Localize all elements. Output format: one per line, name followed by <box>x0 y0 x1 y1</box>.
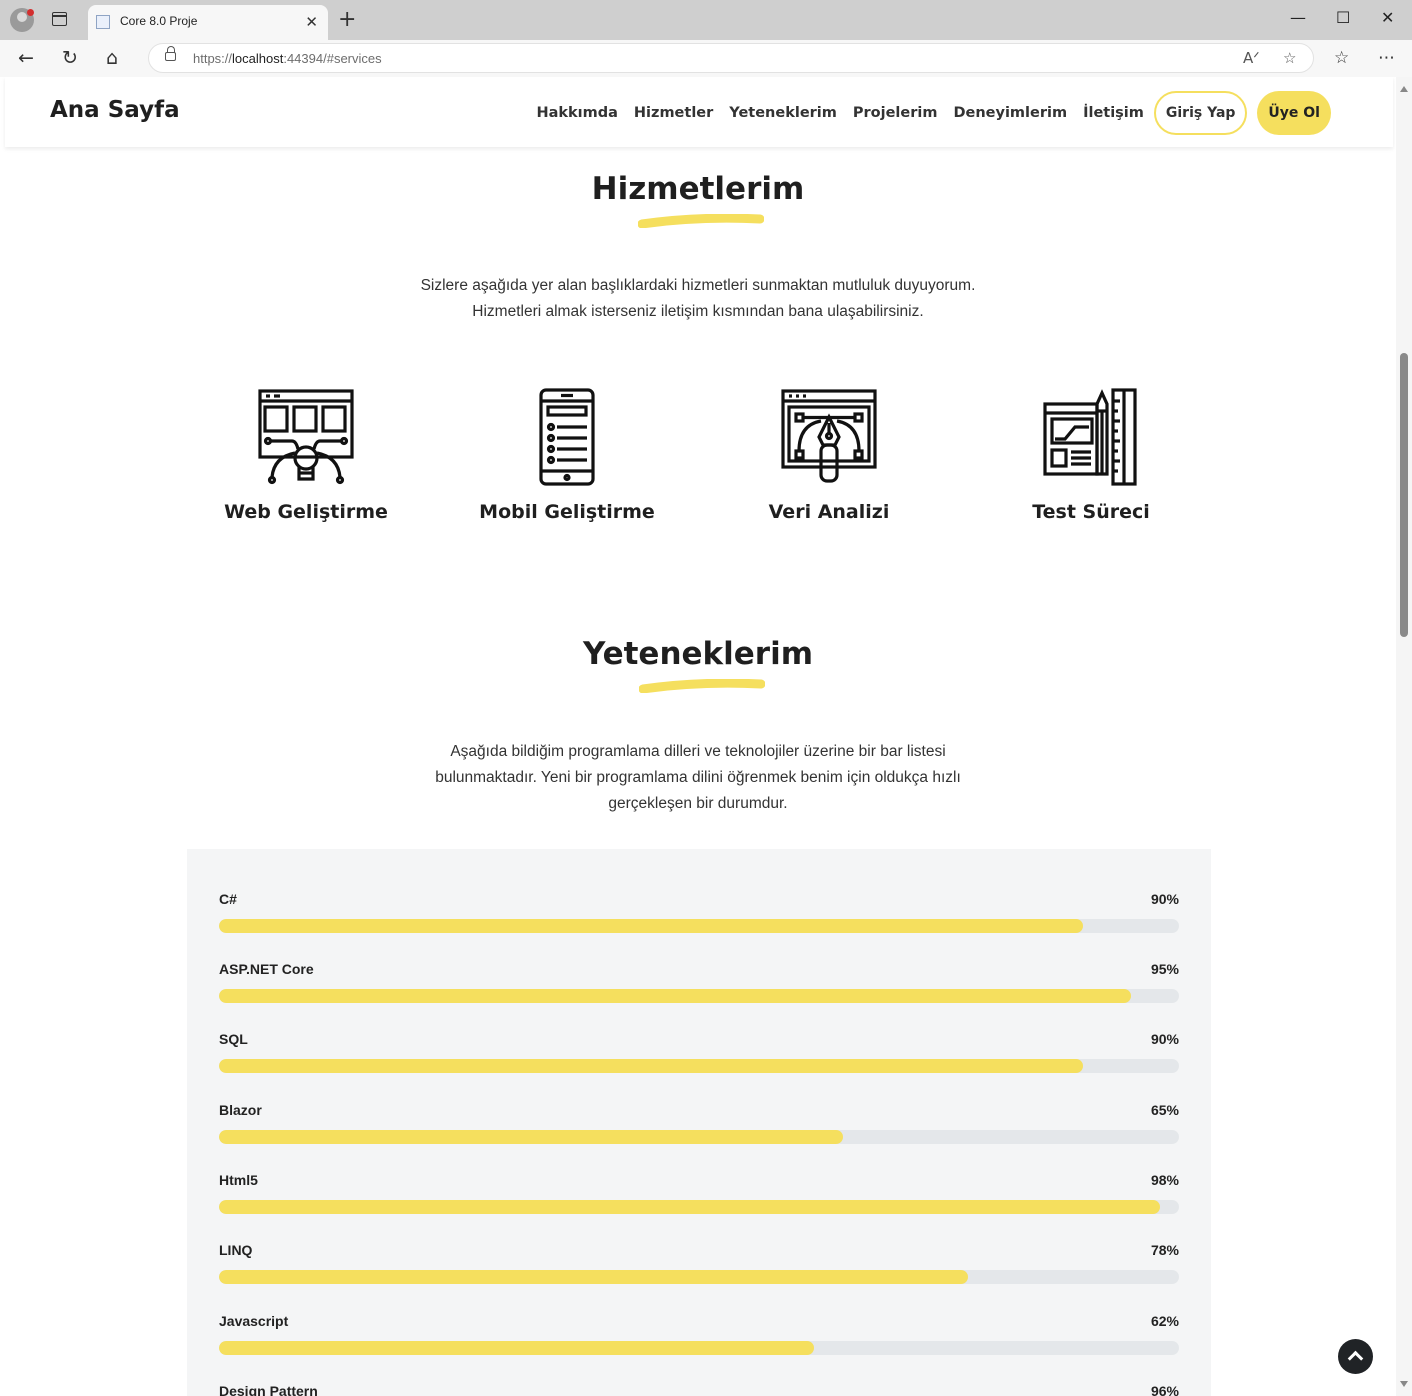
services-title-underline <box>638 214 764 228</box>
nav-link-yeteneklerim[interactable]: Yeteneklerim <box>729 105 837 121</box>
site-header: Ana Sayfa Hakkımda Hizmetler Yetenekleri… <box>5 77 1393 147</box>
skill-name: Javascript <box>219 1313 289 1329</box>
progress-track <box>219 1341 1179 1355</box>
skill-name: LINQ <box>219 1242 253 1258</box>
nav-link-iletisim[interactable]: İletişim <box>1083 105 1144 121</box>
browser-tab[interactable]: Core 8.0 Proje ✕ <box>88 5 328 40</box>
scrollbar-thumb[interactable] <box>1400 353 1408 637</box>
page-viewport: Ana Sayfa Hakkımda Hizmetler Yetenekleri… <box>0 77 1412 1396</box>
favorite-star-icon[interactable]: ☆ <box>1283 48 1296 68</box>
minimize-icon[interactable]: — <box>1290 6 1306 30</box>
main-nav: Hakkımda Hizmetler Yeteneklerim Projeler… <box>520 91 1331 135</box>
tab-actions-icon[interactable] <box>52 12 67 26</box>
refresh-icon[interactable]: ↻ <box>62 46 78 70</box>
pen-tool-icon <box>781 389 877 483</box>
url-field[interactable]: https://localhost:44394/#services A͏ᐟ ☆ <box>148 43 1314 73</box>
progress-track <box>219 919 1179 933</box>
nav-link-projelerim[interactable]: Projelerim <box>853 105 938 121</box>
skills-description: Aşağıda bildiğim programlama dilleri ve … <box>435 743 961 812</box>
skill-name: Design Pattern <box>219 1383 318 1396</box>
skill-name: Html5 <box>219 1172 258 1188</box>
close-tab-icon[interactable]: ✕ <box>305 12 318 32</box>
close-window-icon[interactable]: ✕ <box>1381 6 1394 30</box>
skill-name: Blazor <box>219 1102 262 1118</box>
skills-title-underline <box>639 679 765 693</box>
progress-fill <box>219 1059 1083 1073</box>
signup-button[interactable]: Üye Ol <box>1257 91 1331 135</box>
new-tab-icon[interactable]: + <box>338 6 356 34</box>
progress-fill <box>219 989 1131 1003</box>
address-bar-row: ← ↻ ⌂ https://localhost:44394/#services … <box>0 40 1412 77</box>
service-label: Veri Analizi <box>768 501 890 523</box>
service-mobile-development[interactable]: Mobil Geliştirme <box>452 387 682 523</box>
maximize-icon[interactable]: ☐ <box>1336 6 1350 30</box>
progress-fill <box>219 919 1083 933</box>
page-favicon-icon <box>96 15 110 29</box>
more-menu-icon[interactable]: ⋯ <box>1378 46 1395 70</box>
browser-tab-bar: Core 8.0 Proje ✕ + — ☐ ✕ <box>0 0 1412 40</box>
home-icon[interactable]: ⌂ <box>106 46 118 70</box>
design-tools-icon <box>1043 388 1137 486</box>
skill-percent: 95% <box>1150 961 1179 977</box>
scroll-to-top-button[interactable] <box>1338 1339 1373 1374</box>
login-button[interactable]: Giriş Yap <box>1153 91 1248 135</box>
service-label: Mobil Geliştirme <box>479 501 655 523</box>
service-data-analysis[interactable]: Veri Analizi <box>714 387 944 523</box>
lock-icon[interactable] <box>165 46 176 61</box>
favorites-list-icon[interactable]: ☆ <box>1334 46 1349 70</box>
service-web-development[interactable]: Web Geliştirme <box>191 387 421 523</box>
url-text[interactable]: https://localhost:44394/#services <box>193 51 382 66</box>
scroll-down-icon[interactable] <box>1400 1381 1408 1387</box>
progress-track <box>219 1059 1179 1073</box>
nav-link-hakkimda[interactable]: Hakkımda <box>536 105 617 121</box>
service-label: Test Süreci <box>1032 501 1150 523</box>
service-label: Web Geliştirme <box>224 501 388 523</box>
progress-fill <box>219 1341 815 1355</box>
skill-percent: 78% <box>1150 1242 1179 1258</box>
skill-percent: 65% <box>1150 1102 1179 1118</box>
nav-link-hizmetler[interactable]: Hizmetler <box>634 105 713 121</box>
skill-percent: 98% <box>1150 1172 1179 1188</box>
skills-panel: C# 90% ASP.NET Core 95% SQL 90% Blazor 6… <box>187 849 1211 1396</box>
services-description: Sizlere aşağıda yer alan başlıklardaki h… <box>420 277 976 320</box>
brand-link[interactable]: Ana Sayfa <box>50 97 180 123</box>
mobile-phone-icon <box>539 388 595 486</box>
page-scrollbar[interactable] <box>1396 77 1412 1396</box>
nav-link-deneyimlerim[interactable]: Deneyimlerim <box>953 105 1067 121</box>
progress-fill <box>219 1270 968 1284</box>
services-title: Hizmetlerim <box>591 171 805 207</box>
notification-dot-icon <box>27 9 34 16</box>
read-aloud-icon[interactable]: A͏ᐟ <box>1243 48 1260 68</box>
skill-percent: 90% <box>1150 891 1179 907</box>
skill-name: SQL <box>219 1031 248 1047</box>
skill-percent: 96% <box>1150 1383 1179 1396</box>
web-development-icon <box>258 389 354 485</box>
progress-track <box>219 1270 1179 1284</box>
skill-percent: 62% <box>1150 1313 1179 1329</box>
skill-name: ASP.NET Core <box>219 961 314 977</box>
progress-track <box>219 1200 1179 1214</box>
back-arrow-icon[interactable]: ← <box>18 46 34 70</box>
progress-track <box>219 989 1179 1003</box>
tab-title: Core 8.0 Proje <box>120 14 198 28</box>
skills-title: Yeteneklerim <box>582 636 814 672</box>
skill-percent: 90% <box>1150 1031 1179 1047</box>
scroll-up-icon[interactable] <box>1400 86 1408 92</box>
progress-track <box>219 1130 1179 1144</box>
progress-fill <box>219 1200 1160 1214</box>
progress-fill <box>219 1130 843 1144</box>
service-test-process[interactable]: Test Süreci <box>976 387 1206 523</box>
skill-name: C# <box>219 891 237 907</box>
